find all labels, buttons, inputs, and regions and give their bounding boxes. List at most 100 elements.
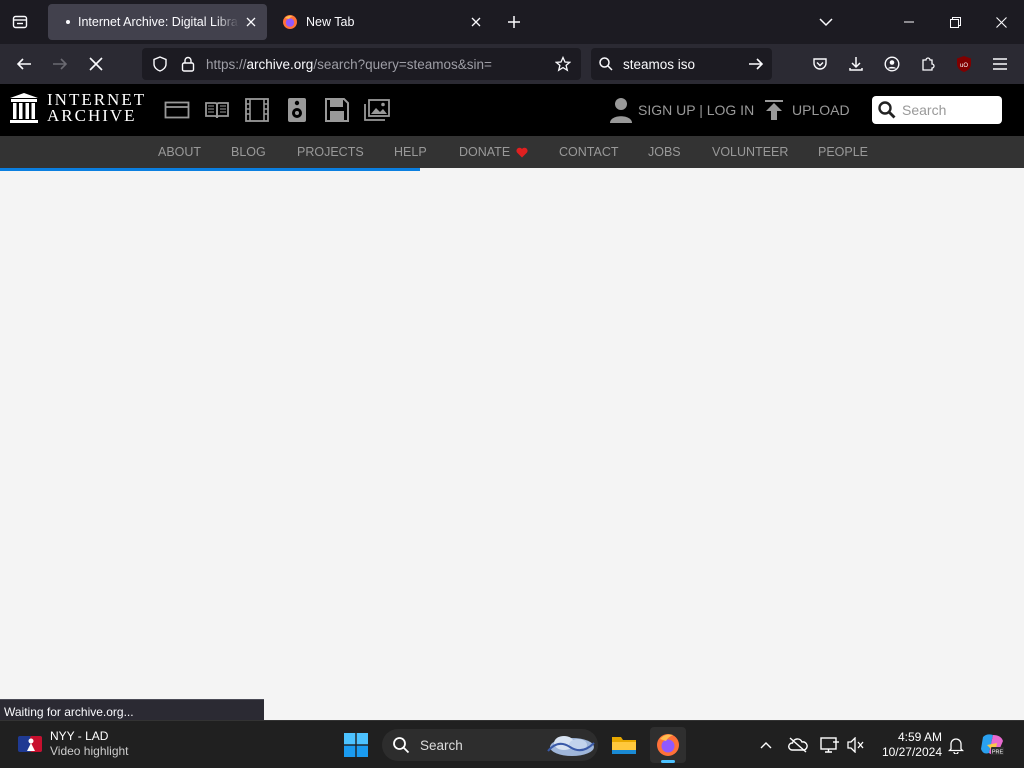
copilot-button[interactable]: PRE (978, 733, 1006, 757)
new-tab-button[interactable] (502, 10, 526, 34)
minimize-icon (904, 21, 914, 23)
heart-icon (516, 147, 528, 157)
lock-icon[interactable] (178, 54, 198, 74)
tab-new-tab[interactable]: New Tab (272, 4, 492, 40)
search-bar[interactable]: steamos iso (591, 48, 772, 80)
stop-loading-button[interactable] (82, 50, 110, 78)
site-nav: ABOUT BLOG PROJECTS HELP DONATE CONTACT … (0, 136, 1024, 168)
search-icon (599, 57, 615, 71)
minimize-button[interactable] (886, 0, 932, 44)
site-search-input[interactable] (902, 102, 998, 118)
clock[interactable]: 4:59 AM 10/27/2024 (872, 730, 942, 760)
url-path: /search?query=steamos&sin= (313, 56, 492, 72)
extensions-button[interactable] (914, 50, 942, 78)
user-icon (610, 98, 632, 123)
nav-about[interactable]: ABOUT (158, 145, 201, 159)
taskbar-search-label: Search (420, 737, 463, 753)
nav-blog[interactable]: BLOG (231, 145, 266, 159)
url-text[interactable]: https://archive.org/search?query=steamos… (206, 57, 553, 72)
puzzle-icon (922, 57, 935, 71)
upload-link[interactable]: UPLOAD (764, 96, 850, 124)
windows-logo-icon (344, 733, 368, 757)
restore-button[interactable] (932, 0, 978, 44)
widgets-button[interactable]: NYY - LAD Video highlight (18, 729, 129, 759)
nav-jobs[interactable]: JOBS (648, 145, 681, 159)
site-search-box[interactable] (872, 96, 1002, 124)
close-tab-icon[interactable] (239, 10, 263, 34)
search-highlight-icon (547, 736, 595, 756)
account-button[interactable] (878, 50, 906, 78)
folder-icon (612, 737, 636, 754)
upload-icon (765, 100, 783, 120)
arrow-right-icon (53, 58, 68, 70)
start-button[interactable] (340, 729, 372, 761)
speaker-muted-icon (847, 737, 864, 753)
search-icon (393, 737, 410, 754)
clock-date: 10/27/2024 (881, 745, 942, 759)
close-window-button[interactable] (978, 0, 1024, 44)
windows-taskbar: NYY - LAD Video highlight Search 4:59 AM… (0, 720, 1024, 768)
software-icon[interactable] (324, 97, 350, 123)
nav-contact[interactable]: CONTACT (559, 145, 619, 159)
loading-dot-icon (66, 20, 70, 24)
nav-projects[interactable]: PROJECTS (297, 145, 364, 159)
svg-text:uO: uO (960, 63, 968, 69)
taskbar-search[interactable]: Search (382, 729, 598, 761)
firefox-taskbar-button[interactable] (650, 727, 686, 763)
network-icon (820, 737, 839, 753)
nav-help[interactable]: HELP (394, 145, 427, 159)
nav-donate[interactable]: DONATE (459, 145, 528, 159)
back-button[interactable] (10, 50, 38, 78)
onedrive-tray-button[interactable] (786, 733, 810, 757)
firefox-view-button[interactable] (8, 10, 32, 34)
url-scheme: https:// (206, 56, 247, 72)
images-icon[interactable] (364, 97, 390, 123)
tab-title: New Tab (306, 15, 355, 29)
copilot-icon: PRE (981, 734, 1004, 756)
firefox-icon (657, 734, 679, 756)
page-content-area (0, 171, 1024, 699)
mlb-icon (18, 736, 42, 752)
app-menu-button[interactable] (986, 50, 1014, 78)
ia-logo-text: INTERNET ARCHIVE (47, 91, 146, 124)
plus-icon (508, 16, 520, 28)
firefox-view-icon (12, 15, 28, 29)
ublock-button[interactable]: uO (950, 50, 978, 78)
go-arrow-icon[interactable] (748, 56, 764, 72)
cloud-offline-icon (788, 737, 808, 753)
web-icon[interactable] (164, 97, 190, 123)
hamburger-menu-icon (993, 58, 1007, 70)
audio-icon[interactable] (284, 97, 310, 123)
stop-icon (89, 57, 103, 71)
ia-logo[interactable]: INTERNET ARCHIVE (9, 91, 146, 124)
chevron-down-icon (819, 18, 833, 27)
search-icon (878, 101, 896, 119)
search-query-text[interactable]: steamos iso (623, 57, 748, 72)
tracking-protection-icon[interactable] (150, 54, 170, 74)
status-panel: Waiting for archive.org... (0, 699, 264, 720)
notifications-button[interactable] (944, 733, 968, 757)
tab-internet-archive[interactable]: Internet Archive: Digital Library (48, 4, 267, 40)
list-all-tabs-button[interactable] (814, 10, 838, 34)
sign-up-login-link[interactable]: SIGN UP | LOG IN (610, 96, 754, 124)
file-explorer-button[interactable] (606, 727, 642, 763)
forward-button[interactable] (46, 50, 74, 78)
nav-volunteer[interactable]: VOLUNTEER (712, 145, 788, 159)
video-icon[interactable] (244, 97, 270, 123)
network-tray-button[interactable] (818, 733, 842, 757)
ublock-icon: uO (957, 56, 971, 72)
pocket-button[interactable] (806, 50, 834, 78)
show-hidden-icons-button[interactable] (754, 733, 778, 757)
close-tab-icon[interactable] (464, 10, 488, 34)
address-bar[interactable]: https://archive.org/search?query=steamos… (142, 48, 581, 80)
bookmark-star-icon[interactable] (553, 54, 573, 74)
bell-icon (948, 738, 964, 754)
volume-tray-button[interactable] (844, 733, 868, 757)
svg-text:PRE: PRE (992, 750, 1004, 756)
nav-people[interactable]: PEOPLE (818, 145, 868, 159)
running-indicator (661, 760, 675, 763)
texts-icon[interactable] (204, 97, 230, 123)
restore-icon (949, 16, 961, 28)
downloads-button[interactable] (842, 50, 870, 78)
tab-title: Internet Archive: Digital Library (78, 15, 239, 29)
